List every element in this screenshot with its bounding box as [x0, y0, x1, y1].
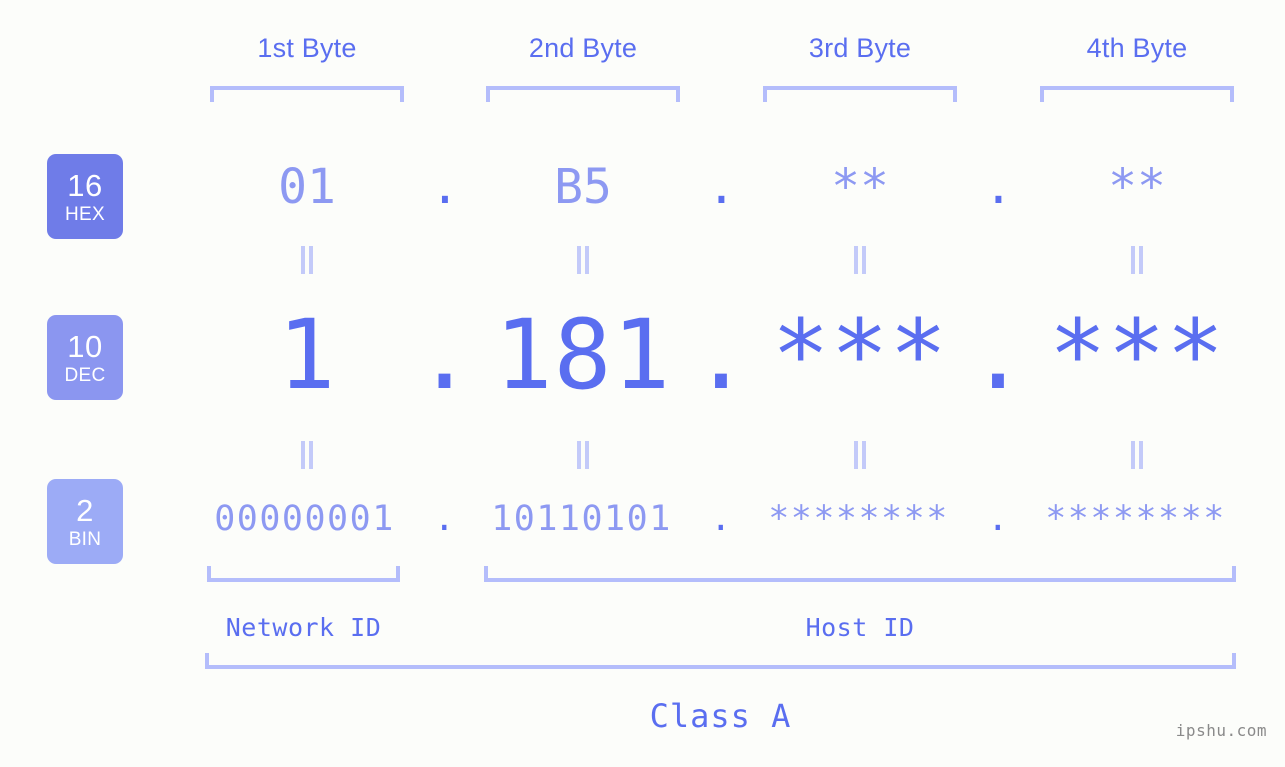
dec-byte-2: 181 [494, 299, 672, 411]
network-id-label: Network ID [225, 613, 382, 642]
equals-connector-hex-dec-4 [1128, 246, 1146, 274]
bin-byte-2: 10110101 [491, 499, 672, 539]
equals-connector-hex-dec-3 [851, 246, 869, 274]
byte-header-label-2: 2nd Byte [528, 33, 638, 63]
base-badge-dec: 10 DEC [47, 315, 123, 400]
host-id-label: Host ID [805, 613, 915, 642]
ip-address-breakdown-diagram: 1st Byte 2nd Byte 3rd Byte 4th Byte 16 H… [0, 0, 1285, 767]
dec-byte-4: *** [1048, 299, 1226, 411]
byte-bracket-1 [210, 86, 404, 102]
host-id-bracket [484, 566, 1236, 582]
bin-separator-2: . [710, 499, 733, 539]
hex-separator-3: . [984, 159, 1013, 215]
base-badge-dec-name: DEC [64, 364, 106, 386]
byte-header-label-4: 4th Byte [1086, 33, 1188, 63]
bin-separator-3: . [987, 499, 1010, 539]
byte-bracket-4 [1040, 86, 1234, 102]
network-id-bracket [207, 566, 400, 582]
hex-separator-1: . [430, 159, 460, 215]
hex-byte-3: ** [831, 159, 889, 215]
byte-bracket-2 [486, 86, 680, 102]
class-bracket [205, 653, 1236, 669]
dec-separator-2: . [692, 299, 751, 411]
byte-header-label-3: 3rd Byte [808, 33, 912, 63]
dec-byte-1: 1 [277, 299, 337, 411]
base-badge-dec-number: 10 [67, 328, 103, 364]
hex-byte-1: 01 [278, 159, 336, 215]
hex-separator-2: . [707, 159, 736, 215]
dec-separator-3: . [969, 299, 1028, 411]
equals-connector-dec-bin-3 [851, 441, 869, 469]
base-badge-bin-name: BIN [68, 528, 102, 550]
base-badge-hex-name: HEX [65, 203, 105, 225]
dec-byte-3: *** [771, 299, 949, 411]
hex-byte-2: B5 [554, 159, 612, 215]
base-badge-bin: 2 BIN [47, 479, 123, 564]
byte-bracket-3 [763, 86, 957, 102]
equals-connector-hex-dec-1 [298, 246, 316, 274]
site-watermark: ipshu.com [1175, 721, 1267, 740]
equals-connector-dec-bin-2 [574, 441, 592, 469]
equals-connector-dec-bin-4 [1128, 441, 1146, 469]
equals-connector-hex-dec-2 [574, 246, 592, 274]
class-label: Class A [649, 697, 792, 735]
bin-separator-1: . [433, 499, 457, 539]
bin-byte-3: ******** [768, 499, 949, 539]
base-badge-hex: 16 HEX [47, 154, 123, 239]
base-badge-hex-number: 16 [67, 167, 103, 203]
byte-header-label-1: 1st Byte [257, 33, 357, 63]
equals-connector-dec-bin-1 [298, 441, 316, 469]
base-badge-bin-number: 2 [76, 492, 94, 528]
bin-byte-4: ******** [1045, 499, 1226, 539]
hex-byte-4: ** [1108, 159, 1166, 215]
bin-byte-1: 00000001 [214, 499, 395, 539]
dec-separator-1: . [415, 299, 475, 411]
